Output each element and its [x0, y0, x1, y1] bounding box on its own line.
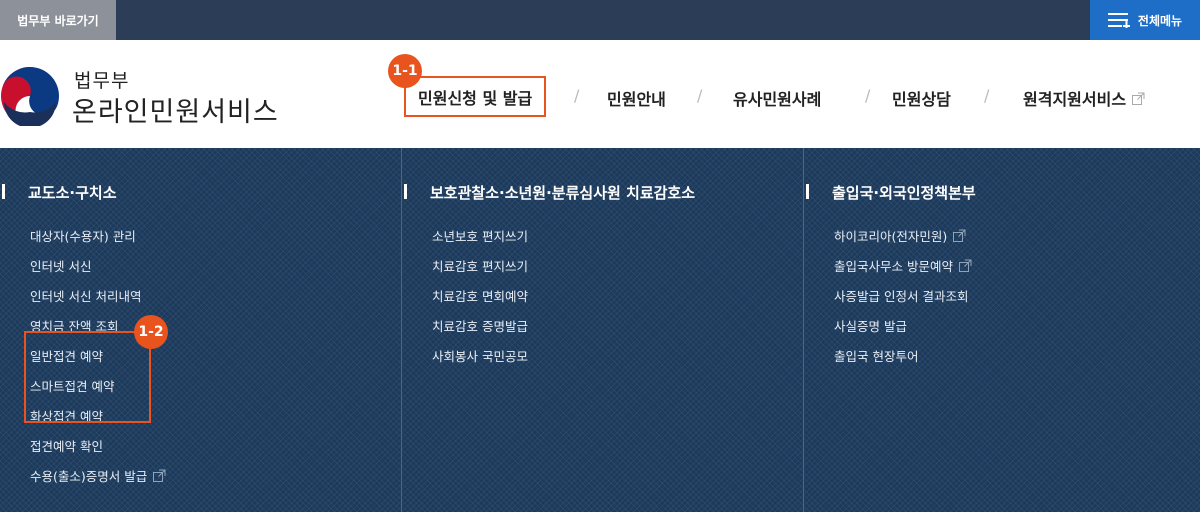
column-title: 교도소·구치소 [28, 184, 117, 202]
step-badge-1-2: 1-2 [134, 315, 168, 349]
column-title: 보호관찰소·소년원·분류심사원 치료감호소 [430, 184, 696, 202]
menu-item-label: 치료감호 편지쓰기 [432, 258, 528, 274]
menu-item-label: 인터넷 서신 처리내역 [30, 288, 142, 304]
menu-item-label: 사증발급 인정서 결과조회 [834, 288, 969, 304]
nav-item-guide[interactable]: 민원안내 [607, 78, 666, 118]
menu-item-label: 사회봉사 국민공모 [432, 348, 528, 364]
menu-list: 하이코리아(전자민원) 출입국사무소 방문예약 사증발급 인정서 결과조회 사실… [834, 220, 972, 370]
menu-item-label: 출입국 현장투어 [834, 348, 919, 364]
nav-item-consultation[interactable]: 민원상담 [892, 78, 951, 118]
moj-home-link[interactable]: 법무부 바로가기 [0, 0, 116, 40]
nav-item-similar-cases[interactable]: 유사민원사례 [733, 78, 821, 118]
nav-separator: / [984, 86, 990, 105]
external-link-icon [153, 469, 166, 482]
menu-item-label: 인터넷 서신 [30, 258, 92, 274]
hamburger-plus-icon [1107, 13, 1130, 28]
menu-list: 소년보호 편지쓰기 치료감호 편지쓰기 치료감호 면회예약 치료감호 증명발급 … [432, 220, 528, 370]
menu-item[interactable]: 사증발급 인정서 결과조회 [834, 280, 972, 310]
menu-item[interactable]: 사회봉사 국민공모 [432, 340, 528, 370]
top-utility-bar: 법무부 바로가기 전체메뉴 [0, 0, 1200, 40]
nav-item-label: 유사민원사례 [733, 90, 822, 109]
nav-separator: / [574, 86, 580, 105]
all-menu-label: 전체메뉴 [1137, 13, 1183, 28]
menu-item[interactable]: 인터넷 서신 처리내역 [30, 280, 166, 310]
menu-item[interactable]: 치료감호 증명발급 [432, 310, 528, 340]
column-title: 출입국·외국인정책본부 [832, 184, 976, 202]
menu-item-label: 치료감호 증명발급 [432, 318, 528, 334]
column-title-marker [806, 184, 809, 199]
menu-column-probation: 보호관찰소·소년원·분류심사원 치료감호소 소년보호 편지쓰기 치료감호 편지쓰… [402, 148, 804, 512]
menu-item-label: 접견예약 확인 [30, 438, 103, 454]
menu-item[interactable]: 출입국 현장투어 [834, 340, 972, 370]
nav-item-label: 민원안내 [607, 90, 666, 109]
external-link-icon [1132, 92, 1145, 105]
all-menu-button[interactable]: 전체메뉴 [1090, 0, 1200, 40]
menu-item-label: 소년보호 편지쓰기 [432, 228, 528, 244]
menu-item[interactable]: 사실증명 발급 [834, 310, 972, 340]
nav-item-label: 민원상담 [892, 90, 951, 109]
mega-menu-panel: 교도소·구치소 대상자(수용자) 관리 인터넷 서신 인터넷 서신 처리내역 영… [0, 148, 1200, 512]
main-navigation: 민원신청 및 발급 / 민원안내 / 유사민원사례 / 민원상담 / 원격지원서… [0, 76, 1200, 118]
menu-item[interactable]: 하이코리아(전자민원) [834, 220, 972, 250]
menu-item[interactable]: 소년보호 편지쓰기 [432, 220, 528, 250]
menu-item-label: 치료감호 면회예약 [432, 288, 528, 304]
nav-separator: / [865, 86, 871, 105]
menu-column-prison: 교도소·구치소 대상자(수용자) 관리 인터넷 서신 인터넷 서신 처리내역 영… [0, 148, 402, 512]
menu-item[interactable]: 출입국사무소 방문예약 [834, 250, 972, 280]
menu-item[interactable]: 치료감호 편지쓰기 [432, 250, 528, 280]
menu-item[interactable]: 치료감호 면회예약 [432, 280, 528, 310]
nav-item-remote-support[interactable]: 원격지원서비스 [1023, 78, 1145, 118]
menu-item-label: 대상자(수용자) 관리 [30, 228, 136, 244]
menu-item-label: 출입국사무소 방문예약 [834, 258, 953, 274]
step-badge-1-1: 1-1 [388, 54, 422, 88]
menu-item[interactable]: 수용(출소)증명서 발급 [30, 460, 166, 490]
nav-item-label: 원격지원서비스 [1023, 90, 1127, 109]
column-title-marker [2, 184, 5, 199]
column-title-marker [404, 184, 407, 199]
menu-item[interactable]: 접견예약 확인 [30, 430, 166, 460]
nav-item-application[interactable]: 민원신청 및 발급 [404, 76, 547, 117]
nav-separator: / [697, 86, 703, 105]
menu-item[interactable]: 인터넷 서신 [30, 250, 166, 280]
menu-item-label: 사실증명 발급 [834, 318, 907, 334]
menu-item-label: 하이코리아(전자민원) [834, 228, 948, 244]
external-link-icon [958, 259, 972, 272]
menu-column-immigration: 출입국·외국인정책본부 하이코리아(전자민원) 출입국사무소 방문예약 사증발급… [804, 148, 1200, 512]
highlight-box-1-2 [24, 331, 151, 423]
menu-item-label: 수용(출소)증명서 발급 [30, 468, 148, 484]
nav-item-label: 민원신청 및 발급 [418, 88, 533, 108]
menu-item[interactable]: 대상자(수용자) 관리 [30, 220, 166, 250]
external-link-icon [953, 229, 966, 242]
site-header: 법무부 온라인민원서비스 민원신청 및 발급 / 민원안내 / 유사민원사례 /… [0, 40, 1200, 148]
